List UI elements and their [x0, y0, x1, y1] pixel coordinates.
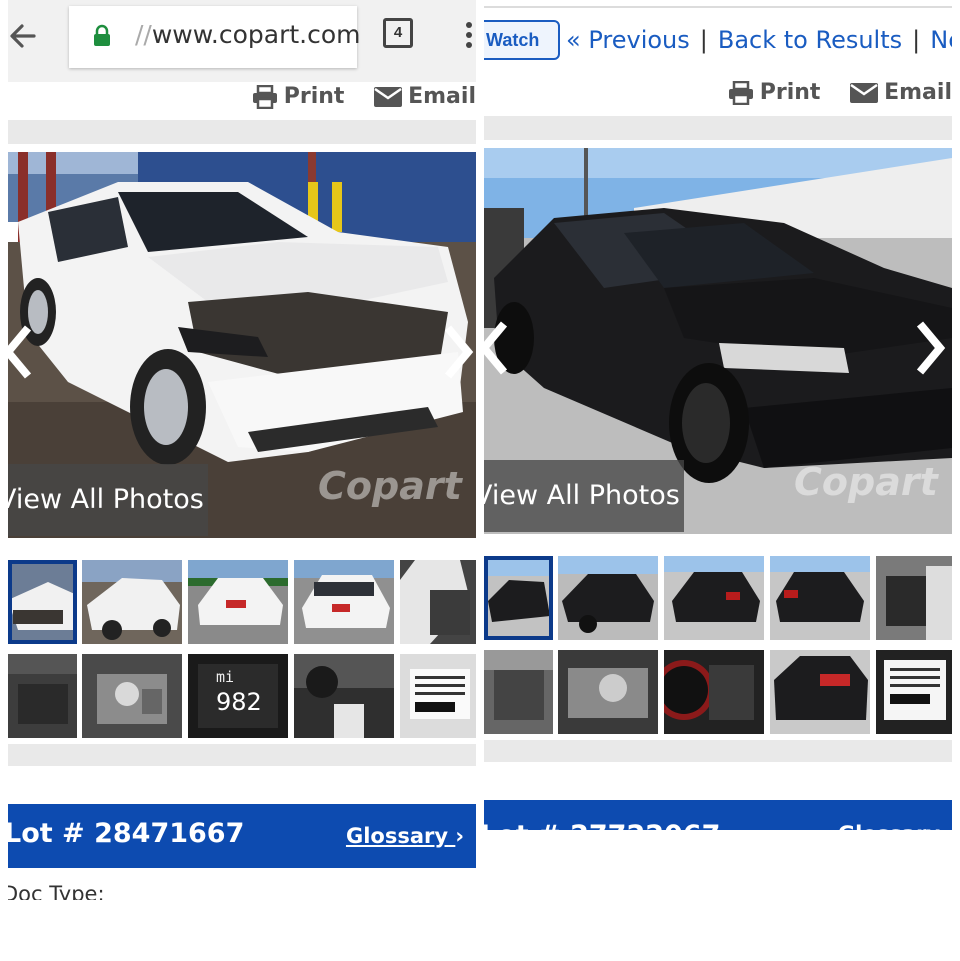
- chevron-double-left-icon: «: [566, 26, 581, 54]
- thumbnail[interactable]: [484, 650, 553, 734]
- print-email-row: Print Email: [230, 84, 476, 114]
- lock-icon: [94, 24, 110, 46]
- thumbnail[interactable]: [400, 654, 476, 738]
- chevron-right-icon[interactable]: [438, 322, 476, 382]
- thumbnail[interactable]: [82, 654, 182, 738]
- lot-nav-bar: Watch « Previous | Back to Results | Next: [484, 0, 952, 72]
- thumbnail[interactable]: [188, 560, 288, 644]
- email-button[interactable]: Email: [374, 84, 476, 109]
- thumbnail[interactable]: [876, 556, 952, 640]
- thumbnail[interactable]: [294, 560, 394, 644]
- thumbnail[interactable]: [558, 556, 658, 640]
- lot-header: Lot # 27722067 Glossary: [484, 800, 952, 830]
- thumbnail[interactable]: [82, 560, 182, 644]
- print-icon: [728, 81, 753, 105]
- divider-band: [8, 744, 476, 766]
- chevron-left-icon[interactable]: [8, 322, 38, 382]
- divider-band: [484, 116, 952, 140]
- thumbnail[interactable]: [558, 650, 658, 734]
- thumbnail-grid: mi 982: [8, 560, 476, 740]
- doc-type-label: Doc Type:: [8, 882, 105, 900]
- chevron-left-icon[interactable]: [484, 318, 514, 378]
- odometer-reading: 982: [216, 688, 262, 716]
- thumbnail[interactable]: [770, 556, 870, 640]
- main-photo[interactable]: Copart View All Photos: [484, 148, 952, 534]
- thumbnail[interactable]: [8, 654, 77, 738]
- left-screenshot: //www.copart.com 4 Print Email Copart Vi…: [8, 0, 476, 900]
- chevron-right-icon[interactable]: [910, 318, 950, 378]
- watermark: Copart: [794, 460, 938, 504]
- chevron-small-right-icon: ›: [455, 824, 464, 848]
- address-bar[interactable]: //www.copart.com: [69, 6, 361, 68]
- back-to-results-link[interactable]: Back to Results: [718, 26, 902, 54]
- email-icon: [374, 87, 403, 107]
- previous-link[interactable]: « Previous: [566, 26, 690, 54]
- odometer-thumbnail[interactable]: mi 982: [188, 654, 288, 738]
- view-all-photos-button[interactable]: View All Photos: [8, 464, 208, 536]
- lot-number: Lot # 27722067: [484, 820, 720, 830]
- lot-number: Lot # 28471667: [8, 818, 245, 849]
- print-button[interactable]: Print: [728, 80, 820, 105]
- main-photo[interactable]: Copart View All Photos: [8, 152, 476, 538]
- email-button[interactable]: Email: [850, 80, 952, 105]
- watch-button[interactable]: Watch: [484, 20, 560, 60]
- right-screenshot: Watch « Previous | Back to Results | Next Pr…: [484, 0, 952, 830]
- browser-toolbar: //www.copart.com 4: [8, 0, 476, 82]
- lot-header: Lot # 28471667 Glossary ›: [8, 804, 476, 868]
- divider-band: [484, 740, 952, 762]
- thumbnail[interactable]: [876, 650, 952, 734]
- thumbnail[interactable]: [770, 650, 870, 734]
- glossary-link[interactable]: Glossary ›: [346, 824, 464, 848]
- print-email-row: Print Email: [706, 80, 952, 110]
- divider: [484, 6, 952, 8]
- odometer-unit: mi: [216, 668, 235, 686]
- thumbnail[interactable]: [484, 556, 553, 640]
- back-arrow-icon[interactable]: [8, 18, 38, 54]
- url-text: //www.copart.com: [135, 20, 361, 49]
- divider-band: [8, 120, 476, 144]
- thumbnail-grid: [484, 556, 952, 736]
- email-icon: [850, 83, 879, 103]
- thumbnail[interactable]: [664, 556, 764, 640]
- tabs-icon[interactable]: 4: [383, 18, 413, 48]
- separator: |: [699, 26, 708, 54]
- menu-icon[interactable]: [466, 22, 474, 48]
- thumbnail[interactable]: [400, 560, 476, 644]
- thumbnail[interactable]: [294, 654, 394, 738]
- lot-navigation: « Previous | Back to Results | Next: [566, 26, 952, 54]
- print-icon: [252, 85, 277, 109]
- thumbnail[interactable]: [8, 560, 77, 644]
- thumbnail[interactable]: [664, 650, 764, 734]
- view-all-photos-button[interactable]: View All Photos: [484, 460, 684, 532]
- next-link[interactable]: Next: [930, 26, 952, 54]
- watermark: Copart: [318, 464, 462, 508]
- print-button[interactable]: Print: [252, 84, 344, 109]
- separator: |: [912, 26, 921, 54]
- glossary-link[interactable]: Glossary: [838, 822, 940, 830]
